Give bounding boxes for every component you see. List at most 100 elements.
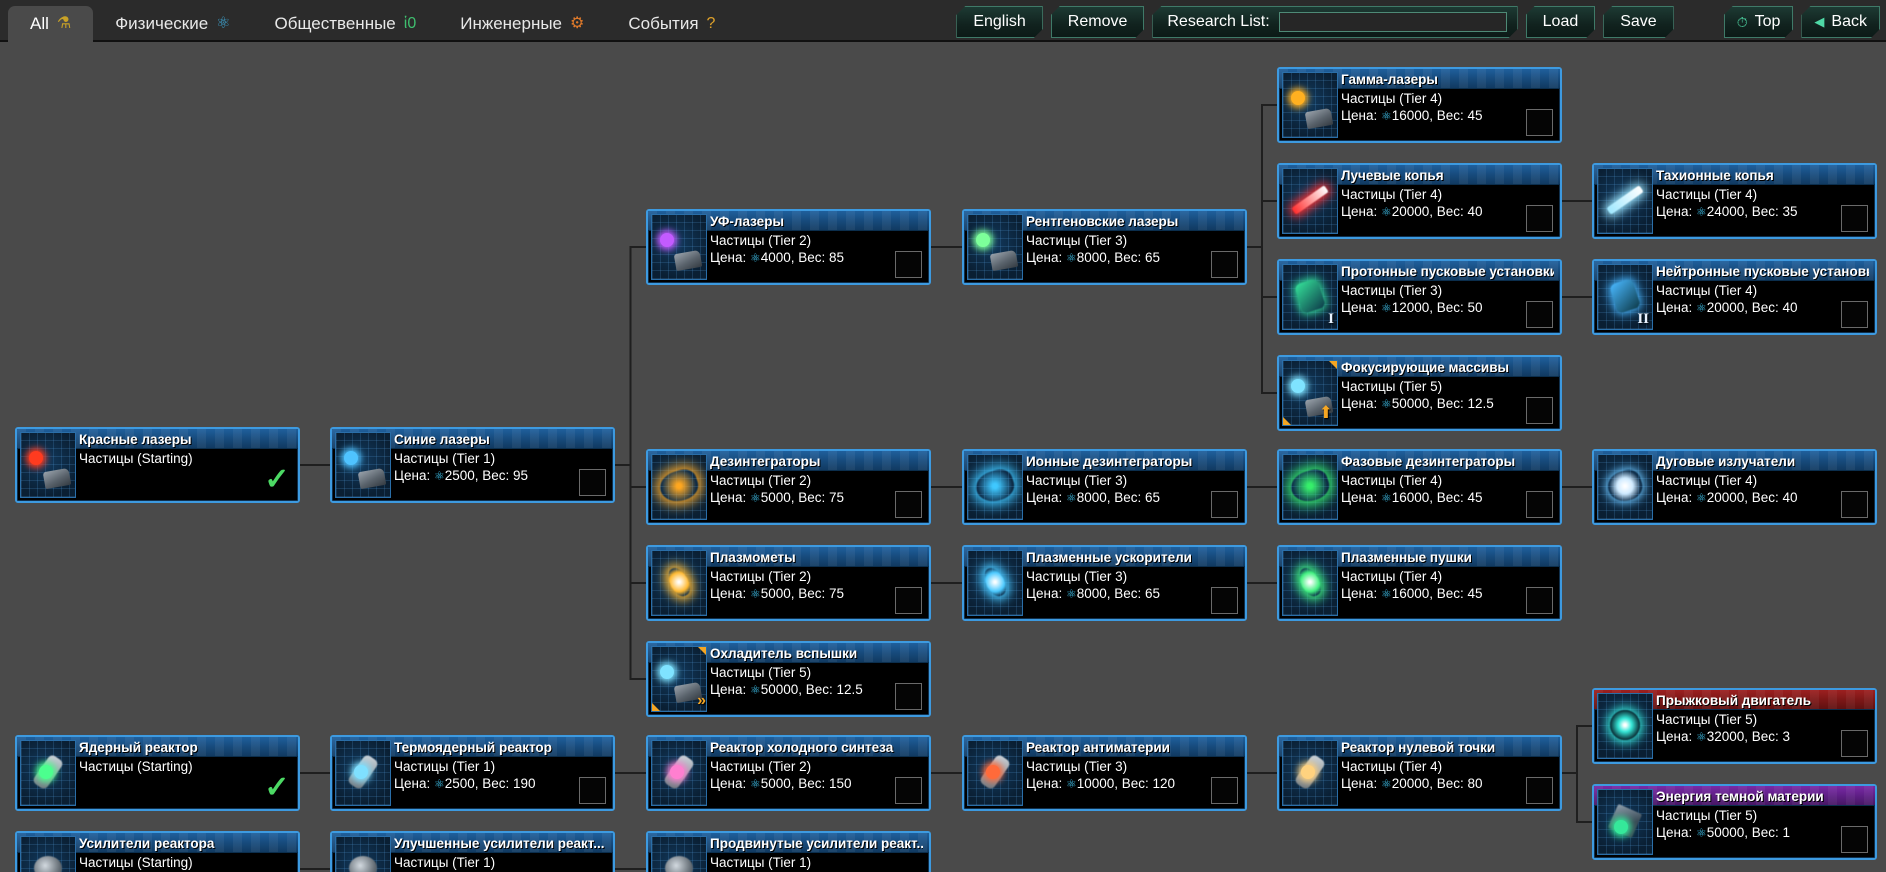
tech-card-thumbnail bbox=[651, 836, 707, 872]
tech-card-plasma-cannons[interactable]: Плазменные пушки Частицы (Tier 4) Цена: … bbox=[1277, 545, 1562, 621]
toolbar: English Remove Research List: Load Save … bbox=[956, 4, 1880, 40]
tech-card-body: Частицы (Tier 4) Цена: ⚛20000, Вес: 40 bbox=[1341, 187, 1557, 234]
tech-card-neutron-launchers[interactable]: Нейтронные пусковые установки II Частицы… bbox=[1592, 259, 1877, 335]
tech-card-antimatter-reactor[interactable]: Реактор антиматерии Частицы (Tier 3) Цен… bbox=[962, 735, 1247, 811]
queue-slot[interactable] bbox=[1211, 491, 1238, 518]
tab-cat-4[interactable]: События? bbox=[606, 6, 737, 42]
load-button[interactable]: Load bbox=[1526, 6, 1596, 38]
turret-icon bbox=[357, 467, 387, 490]
tech-card-red-lasers[interactable]: Красные лазеры Частицы (Starting) ✓ bbox=[15, 427, 300, 503]
tech-card-phase-disintegrators[interactable]: Фазовые дезинтеграторы Частицы (Tier 4) … bbox=[1277, 449, 1562, 525]
tech-card-body: Частицы (Tier 4) Цена: ⚛16000, Вес: 45 bbox=[1341, 473, 1557, 520]
tech-tree-canvas[interactable]: Красные лазеры Частицы (Starting) ✓ Сини… bbox=[0, 42, 1886, 872]
research-list-input[interactable] bbox=[1279, 12, 1507, 32]
queue-slot[interactable] bbox=[1841, 826, 1868, 853]
tech-card-cold-fusion-reactor[interactable]: Реактор холодного синтеза Частицы (Tier … bbox=[646, 735, 931, 811]
tech-card-ion-disintegrators[interactable]: Ионные дезинтеграторы Частицы (Tier 3) Ц… bbox=[962, 449, 1247, 525]
tab-label: All bbox=[30, 14, 49, 33]
tech-card-cost: Цена: ⚛2500, Вес: 190 bbox=[394, 776, 536, 791]
queue-slot[interactable] bbox=[1211, 777, 1238, 804]
queue-slot[interactable] bbox=[1211, 251, 1238, 278]
tech-card-reactor-boosters[interactable]: Усилители реактора Частицы (Starting) ✓ bbox=[15, 831, 300, 872]
reactor-glow-icon bbox=[986, 765, 1000, 779]
pod-icon bbox=[1293, 277, 1327, 314]
queue-slot[interactable] bbox=[1526, 109, 1553, 136]
credits-icon: ⚛ bbox=[1695, 205, 1707, 219]
tech-card-body: Частицы (Tier 5) Цена: ⚛50000, Вес: 1 bbox=[1656, 808, 1872, 855]
queue-slot[interactable] bbox=[1841, 491, 1868, 518]
tech-card-arc-emitters[interactable]: Дуговые излучатели Частицы (Tier 4) Цена… bbox=[1592, 449, 1877, 525]
tab-cat-1[interactable]: Физические ⚛ bbox=[93, 6, 252, 42]
tab-cat-3[interactable]: Инженерные ⚙ bbox=[438, 6, 606, 42]
queue-slot[interactable] bbox=[1841, 301, 1868, 328]
tech-card-xray-lasers[interactable]: Рентгеновские лазеры Частицы (Tier 3) Це… bbox=[962, 209, 1247, 285]
tech-card-nuclear-reactor[interactable]: Ядерный реактор Частицы (Starting) ✓ bbox=[15, 735, 300, 811]
turret-icon bbox=[1304, 107, 1334, 130]
tech-card-plasma-accelerators[interactable]: Плазменные ускорители Частицы (Tier 3) Ц… bbox=[962, 545, 1247, 621]
queue-slot[interactable] bbox=[895, 587, 922, 614]
queue-slot[interactable] bbox=[1526, 301, 1553, 328]
tech-card-body: Частицы (Tier 5) Цена: ⚛32000, Вес: 3 bbox=[1656, 712, 1872, 759]
back-button[interactable]: ◀ Back bbox=[1801, 6, 1880, 38]
tech-card-thumbnail bbox=[1282, 454, 1338, 520]
tech-card-advanced-reactor-boosters[interactable]: Продвинутые усилители реакт... Частицы (… bbox=[646, 831, 931, 872]
glow-icon bbox=[1291, 91, 1305, 105]
queue-slot[interactable] bbox=[895, 683, 922, 710]
tab-cat-2[interactable]: Общественные ἱ0 bbox=[253, 6, 439, 42]
tech-card-title: Рентгеновские лазеры bbox=[1026, 213, 1179, 229]
queue-slot[interactable] bbox=[579, 469, 606, 496]
tech-card-gamma-lasers[interactable]: Гамма-лазеры Частицы (Tier 4) Цена: ⚛160… bbox=[1277, 67, 1562, 143]
tech-card-fusion-reactor[interactable]: Термоядерный реактор Частицы (Tier 1) Це… bbox=[330, 735, 615, 811]
glow-icon bbox=[660, 233, 674, 247]
tech-card-cost: Цена: ⚛32000, Вес: 3 bbox=[1656, 729, 1791, 744]
top-button[interactable]: ⏱ Top bbox=[1724, 6, 1794, 38]
tech-card-zero-point-reactor[interactable]: Реактор нулевой точки Частицы (Tier 4) Ц… bbox=[1277, 735, 1562, 811]
tech-card-thumbnail bbox=[1282, 740, 1338, 806]
tech-card-beam-spears[interactable]: Лучевые копья Частицы (Tier 4) Цена: ⚛20… bbox=[1277, 163, 1562, 239]
queue-slot[interactable] bbox=[895, 777, 922, 804]
tech-card-tachyon-spears[interactable]: Тахионные копья Частицы (Tier 4) Цена: ⚛… bbox=[1592, 163, 1877, 239]
tech-card-focusing-arrays[interactable]: Фокусирующие массивы Частицы (Tier 5) Це… bbox=[1277, 355, 1562, 431]
tech-card-proton-launchers[interactable]: Протонные пусковые установки I Частицы (… bbox=[1277, 259, 1562, 335]
tech-card-thumbnail bbox=[1597, 789, 1653, 855]
queue-slot[interactable] bbox=[895, 251, 922, 278]
question-icon: ? bbox=[706, 15, 716, 32]
queue-slot[interactable] bbox=[1841, 205, 1868, 232]
queue-slot[interactable] bbox=[895, 491, 922, 518]
tech-card-cost: Цена: ⚛16000, Вес: 45 bbox=[1341, 108, 1483, 123]
tech-card-plasma-throwers[interactable]: Плазмометы Частицы (Tier 2) Цена: ⚛5000,… bbox=[646, 545, 931, 621]
upgrade-corner-icon bbox=[652, 703, 660, 711]
tech-card-dark-matter-power[interactable]: Энергия темной материи Частицы (Tier 5) … bbox=[1592, 784, 1877, 860]
tech-card-body: Частицы (Tier 2) Цена: ⚛5000, Вес: 75 bbox=[710, 473, 926, 520]
glow-icon bbox=[1291, 379, 1305, 393]
turret-icon bbox=[673, 249, 703, 272]
tech-card-jump-drive[interactable]: Прыжковый двигатель Частицы (Tier 5) Цен… bbox=[1592, 688, 1877, 764]
queue-slot[interactable] bbox=[1526, 587, 1553, 614]
queue-slot[interactable] bbox=[579, 777, 606, 804]
tech-card-tier: Частицы (Tier 1) bbox=[394, 759, 496, 774]
queue-slot[interactable] bbox=[1526, 397, 1553, 424]
tech-card-tier: Частицы (Starting) bbox=[79, 451, 193, 466]
tech-card-tier: Частицы (Tier 4) bbox=[1341, 473, 1443, 488]
queue-slot[interactable] bbox=[1211, 587, 1238, 614]
remove-button[interactable]: Remove bbox=[1051, 6, 1145, 38]
queue-slot[interactable] bbox=[1526, 777, 1553, 804]
tech-card-body: Частицы (Tier 4) Цена: ⚛20000, Вес: 40 bbox=[1656, 283, 1872, 330]
tech-tree-screen: All ⚗ Физические ⚛ Общественные ἱ0 Инженерные ⚙… bbox=[0, 0, 1886, 872]
tech-card-cost: Цена: ⚛8000, Вес: 65 bbox=[1026, 250, 1161, 265]
tech-card-improved-reactor-boosters[interactable]: Улучшенные усилители реакт... Частицы (T… bbox=[330, 831, 615, 872]
queue-slot[interactable] bbox=[1841, 730, 1868, 757]
tab-all[interactable]: All ⚗ bbox=[8, 6, 94, 42]
tech-card-thumbnail bbox=[967, 550, 1023, 616]
save-button[interactable]: Save bbox=[1603, 6, 1673, 38]
tech-card-uv-lasers[interactable]: УФ-лазеры Частицы (Tier 2) Цена: ⚛4000, … bbox=[646, 209, 931, 285]
tech-card-blue-lasers[interactable]: Синие лазеры Частицы (Tier 1) Цена: ⚛250… bbox=[330, 427, 615, 503]
queue-slot[interactable] bbox=[1526, 491, 1553, 518]
queue-slot[interactable] bbox=[1526, 205, 1553, 232]
credits-icon: ⚛ bbox=[1065, 251, 1077, 265]
credits-icon: ⚛ bbox=[749, 777, 761, 791]
tech-card-title: Лучевые копья bbox=[1341, 167, 1444, 183]
tech-card-disintegrators[interactable]: Дезинтеграторы Частицы (Tier 2) Цена: ⚛5… bbox=[646, 449, 931, 525]
tech-card-flash-cooler[interactable]: Охладитель вспышки » Частицы (Tier 5) Це… bbox=[646, 641, 931, 717]
language-button[interactable]: English bbox=[956, 6, 1042, 38]
